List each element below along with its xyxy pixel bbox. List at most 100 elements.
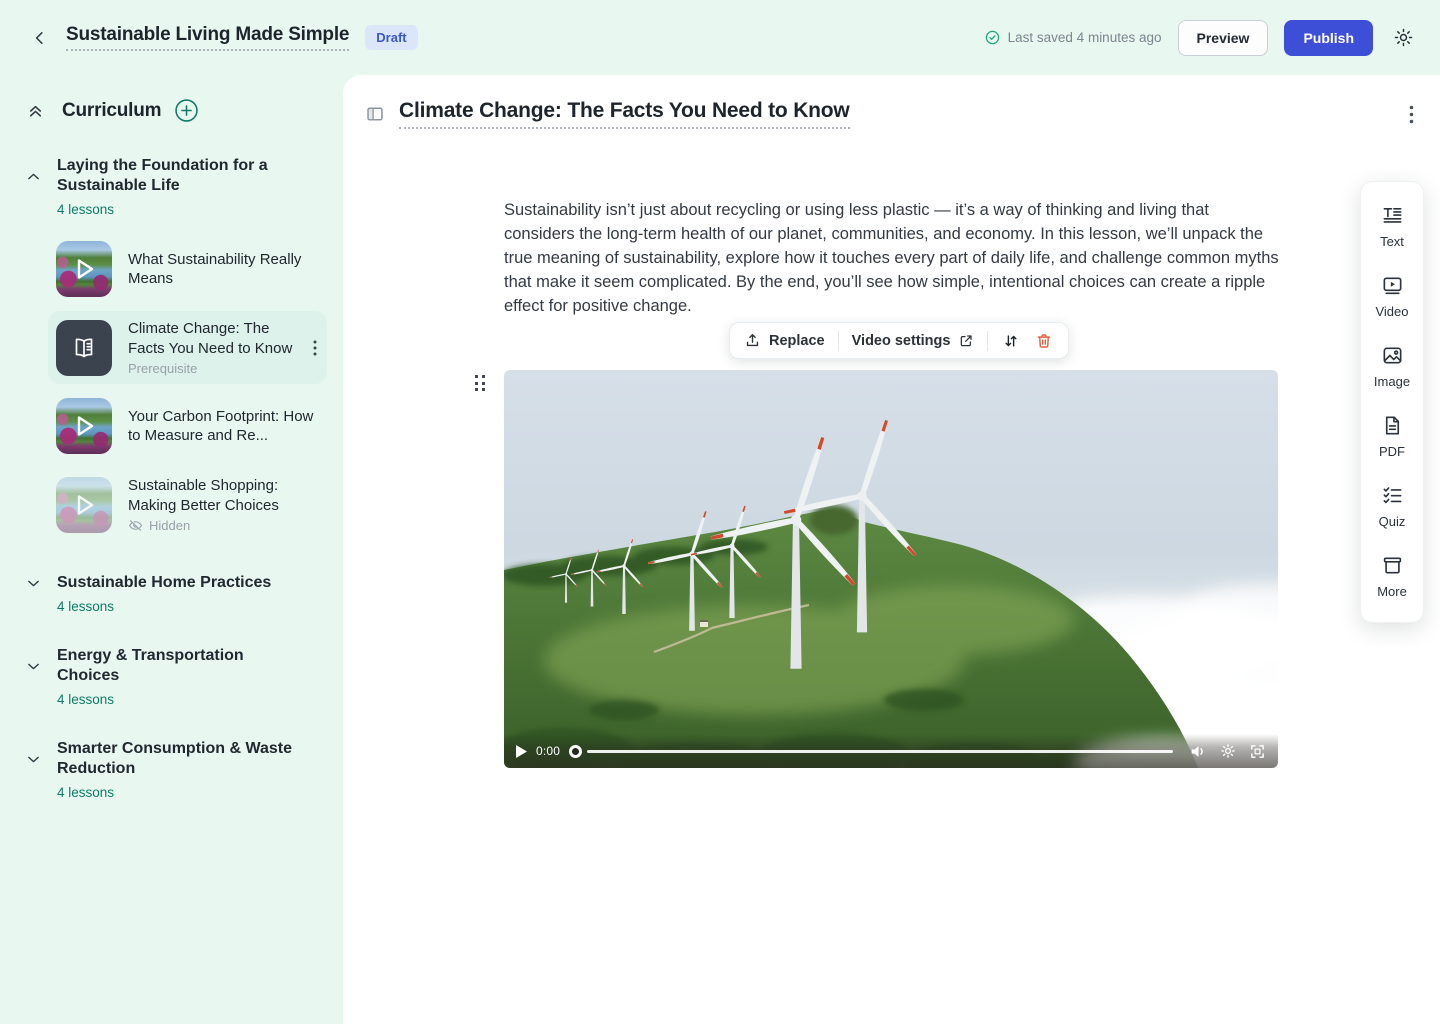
lesson-text: Your Carbon Footprint: How to Measure an… [128, 407, 319, 446]
video-settings-gear-button[interactable] [1220, 743, 1236, 759]
book-open-icon [69, 335, 99, 361]
chevron-left-icon [31, 29, 49, 47]
block-drag-handle[interactable] [475, 375, 485, 391]
add-section-button[interactable] [175, 99, 198, 122]
insert-pdf-button[interactable]: PDF [1361, 402, 1423, 472]
curriculum-sidebar: Curriculum Laying the Foundation for a S… [0, 75, 343, 1024]
double-chevron-up-icon [26, 101, 45, 120]
publish-button[interactable]: Publish [1284, 20, 1373, 56]
lesson-title[interactable]: Climate Change: The Facts You Need to Kn… [399, 99, 850, 129]
video-player[interactable]: 0:00 [504, 370, 1278, 768]
curriculum-header: Curriculum [16, 99, 327, 122]
section-lessons: What Sustainability Really Means Climate… [16, 233, 327, 541]
curriculum-section: Laying the Foundation for a Sustainable … [16, 156, 327, 541]
section-toggle-button[interactable] [24, 574, 42, 592]
insert-quiz-button[interactable]: Quiz [1361, 472, 1423, 542]
video-controls: 0:00 [504, 734, 1278, 768]
section-toggle-button[interactable] [24, 657, 42, 675]
text-icon [1381, 204, 1404, 227]
insert-more-button[interactable]: More [1361, 542, 1423, 612]
section-toggle-button[interactable] [24, 750, 42, 768]
panel-toggle-button[interactable] [365, 105, 385, 123]
lesson-item[interactable]: Sustainable Shopping: Making Better Choi… [48, 468, 327, 541]
replace-button[interactable]: Replace [744, 332, 825, 349]
section-lesson-count: 4 lessons [57, 692, 327, 707]
toolbar-divider [987, 331, 988, 351]
section-title[interactable]: Sustainable Home Practices [57, 573, 271, 593]
course-title[interactable]: Sustainable Living Made Simple [66, 24, 349, 51]
insert-more-label: More [1377, 584, 1407, 599]
insert-image-button[interactable]: Image [1361, 332, 1423, 402]
lesson-text: Climate Change: The Facts You Need to Kn… [128, 319, 295, 376]
play-button[interactable] [516, 745, 527, 758]
chevron-up-icon [25, 751, 42, 768]
lesson-video-thumbnail [56, 241, 112, 297]
section-title[interactable]: Energy & Transportation Choices [57, 646, 302, 686]
lesson-text: Sustainable Shopping: Making Better Choi… [128, 476, 319, 533]
kebab-icon [313, 340, 317, 356]
play-icon [56, 477, 112, 533]
section-header: Laying the Foundation for a Sustainable … [16, 156, 327, 196]
video-block-toolbar: Replace Video settings [729, 322, 1069, 359]
scrubber-handle[interactable] [569, 745, 582, 758]
section-title[interactable]: Laying the Foundation for a Sustainable … [57, 156, 302, 196]
curriculum-section: Energy & Transportation Choices 4 lesson… [16, 646, 327, 707]
curriculum-section: Smarter Consumption & Waste Reduction 4 … [16, 739, 327, 800]
lesson-title: What Sustainability Really Means [128, 250, 319, 289]
curriculum-sections: Laying the Foundation for a Sustainable … [16, 156, 327, 800]
lesson-header: Climate Change: The Facts You Need to Kn… [365, 99, 1418, 129]
video-controls-right [1190, 743, 1266, 760]
lesson-title: Your Carbon Footprint: How to Measure an… [128, 407, 319, 446]
lesson-menu-button[interactable] [311, 338, 319, 358]
topbar: Sustainable Living Made Simple Draft Las… [0, 0, 1440, 75]
replace-label: Replace [769, 333, 825, 349]
curriculum-heading: Curriculum [62, 100, 161, 122]
lesson-item[interactable]: Your Carbon Footprint: How to Measure an… [48, 390, 327, 462]
lesson-paragraph[interactable]: Sustainability isn’t just about recyclin… [504, 198, 1280, 318]
insert-video-button[interactable]: Video [1361, 262, 1423, 332]
delete-block-button[interactable] [1034, 331, 1054, 351]
lesson-menu-button[interactable] [1405, 101, 1418, 128]
gear-icon [1220, 743, 1236, 759]
topbar-actions: Last saved 4 minutes ago Preview Publish [984, 20, 1414, 56]
reorder-button[interactable] [1001, 331, 1021, 351]
lesson-item[interactable]: Climate Change: The Facts You Need to Kn… [48, 311, 327, 384]
section-header: Energy & Transportation Choices [16, 646, 327, 686]
last-saved-status: Last saved 4 minutes ago [984, 29, 1162, 46]
trash-icon [1035, 332, 1053, 350]
status-badge: Draft [365, 25, 417, 50]
settings-button[interactable] [1393, 27, 1414, 48]
external-link-icon [958, 333, 974, 349]
video-icon [1381, 274, 1404, 297]
insert-video-label: Video [1375, 304, 1408, 319]
volume-button[interactable] [1190, 744, 1207, 759]
preview-button[interactable]: Preview [1178, 20, 1269, 56]
section-lesson-count: 4 lessons [57, 599, 327, 614]
insert-panel: Text Video Image PDF Quiz More [1360, 181, 1424, 623]
fullscreen-button[interactable] [1249, 743, 1266, 760]
progress-track[interactable] [587, 750, 1173, 753]
quiz-checklist-icon [1381, 484, 1404, 507]
arrows-up-down-icon [1002, 332, 1020, 350]
collapse-all-button[interactable] [24, 100, 46, 122]
insert-image-label: Image [1374, 374, 1410, 389]
play-icon [56, 398, 112, 454]
lesson-video-thumbnail [56, 398, 112, 454]
section-toggle-button[interactable] [24, 167, 42, 185]
insert-text-button[interactable]: Text [1361, 192, 1423, 262]
lesson-tag-text: Prerequisite [128, 361, 197, 376]
back-button[interactable] [26, 24, 54, 52]
play-icon [56, 241, 112, 297]
lesson-tag: Prerequisite [128, 361, 295, 376]
last-saved-text: Last saved 4 minutes ago [1008, 30, 1162, 45]
video-timestamp: 0:00 [536, 744, 560, 758]
section-title[interactable]: Smarter Consumption & Waste Reduction [57, 739, 302, 779]
section-header: Sustainable Home Practices [16, 573, 327, 593]
kebab-icon [1409, 105, 1414, 124]
insert-text-label: Text [1380, 234, 1404, 249]
lesson-item[interactable]: What Sustainability Really Means [48, 233, 327, 305]
video-settings-button[interactable]: Video settings [852, 333, 975, 349]
image-icon [1381, 344, 1404, 367]
lesson-tag-text: Hidden [149, 518, 190, 533]
insert-quiz-label: Quiz [1379, 514, 1406, 529]
